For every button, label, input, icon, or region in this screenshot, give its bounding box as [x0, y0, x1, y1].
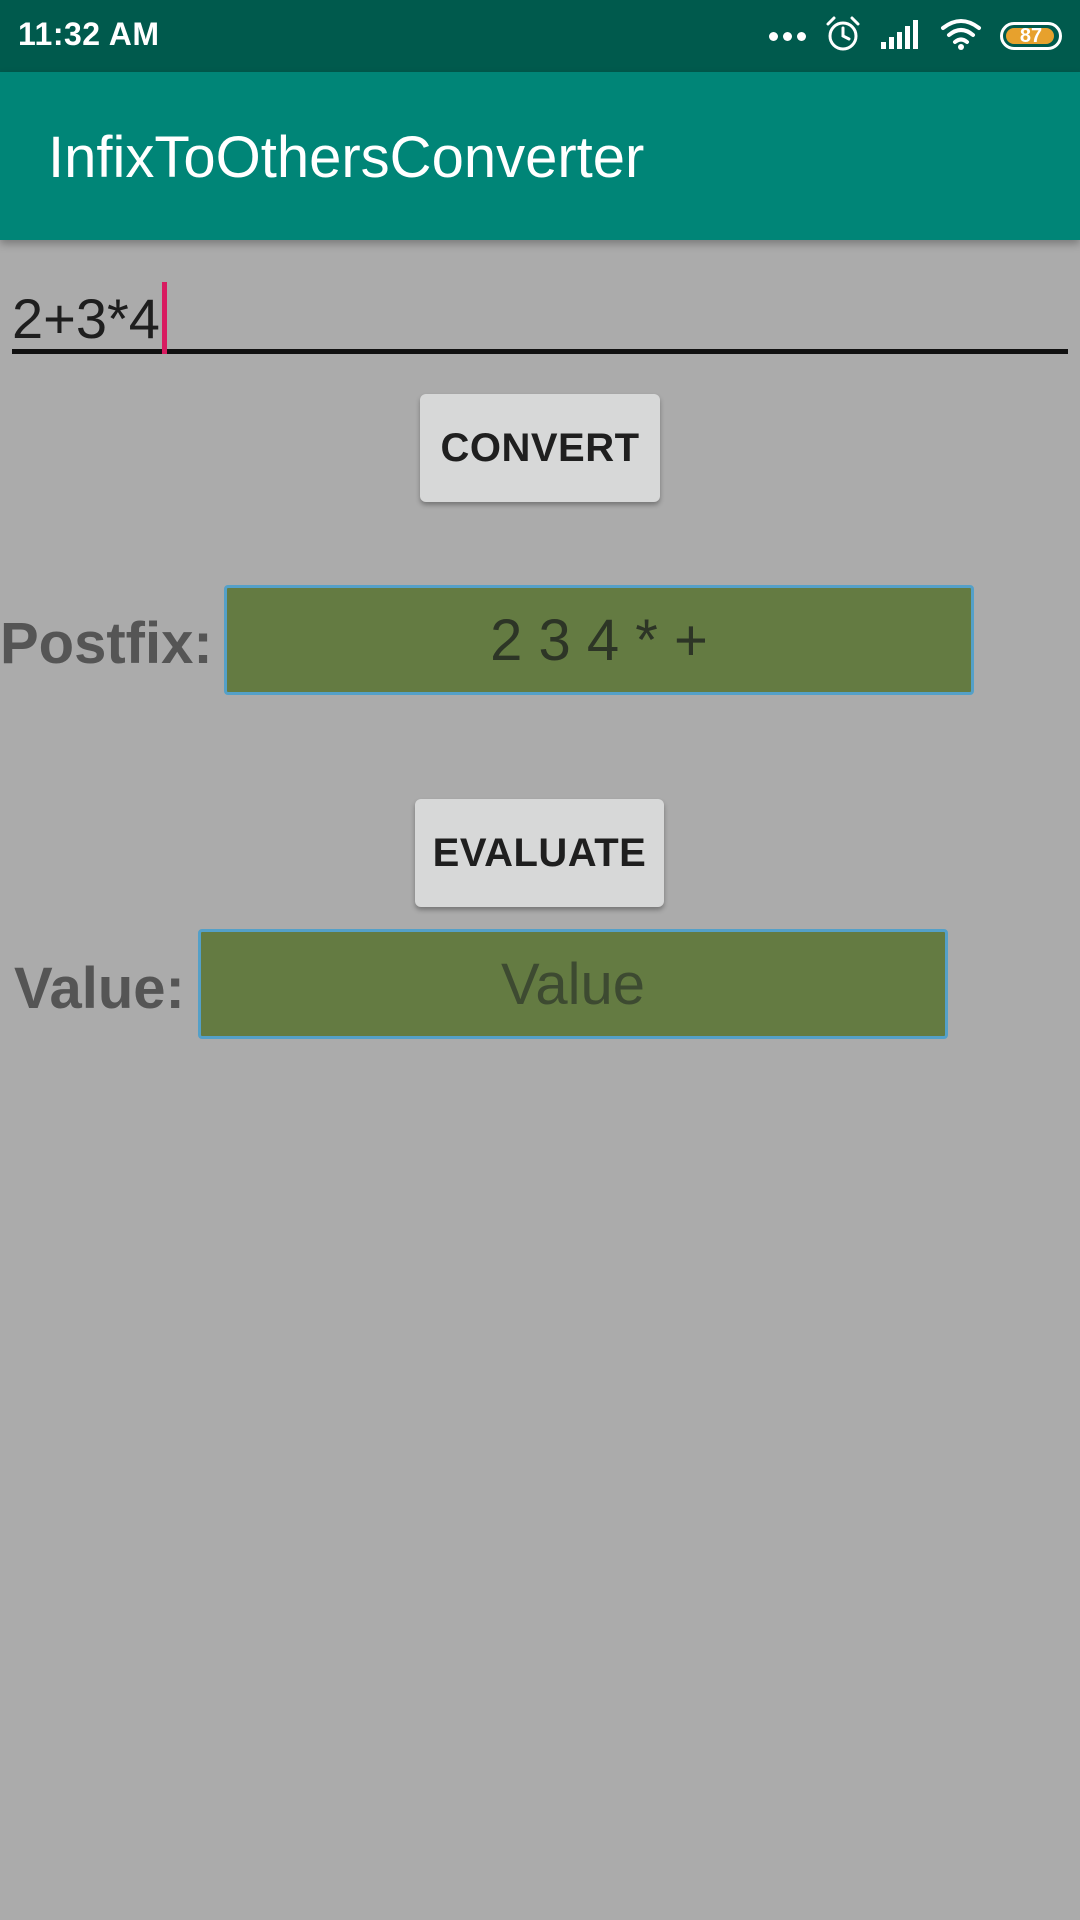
convert-button[interactable]: CONVERT — [420, 394, 660, 502]
status-bar: 11:32 AM 87 — [0, 0, 1080, 72]
evaluate-button[interactable]: EVALUATE — [415, 799, 664, 907]
status-icons: 87 — [769, 14, 1062, 58]
alarm-icon — [824, 15, 862, 58]
value-output[interactable]: Value — [198, 929, 948, 1039]
infix-input-content: 2+3*4 — [12, 282, 167, 354]
postfix-output[interactable]: 2 3 4 * + — [224, 585, 974, 695]
more-dots-icon — [769, 31, 806, 41]
signal-icon — [880, 18, 922, 55]
infix-input[interactable]: 2+3*4 — [12, 262, 1068, 354]
status-time: 11:32 AM — [18, 16, 160, 52]
text-cursor — [161, 282, 167, 354]
battery-level: 87 — [1019, 24, 1043, 47]
app-bar: InfixToOthersConverter — [0, 72, 1080, 240]
postfix-label: Postfix: — [0, 611, 213, 676]
infix-input-value: 2+3*4 — [12, 286, 160, 350]
battery-icon: 87 — [1000, 22, 1062, 50]
wifi-icon — [940, 17, 982, 56]
app-title: InfixToOthersConverter — [48, 125, 645, 190]
value-label: Value: — [14, 956, 185, 1021]
